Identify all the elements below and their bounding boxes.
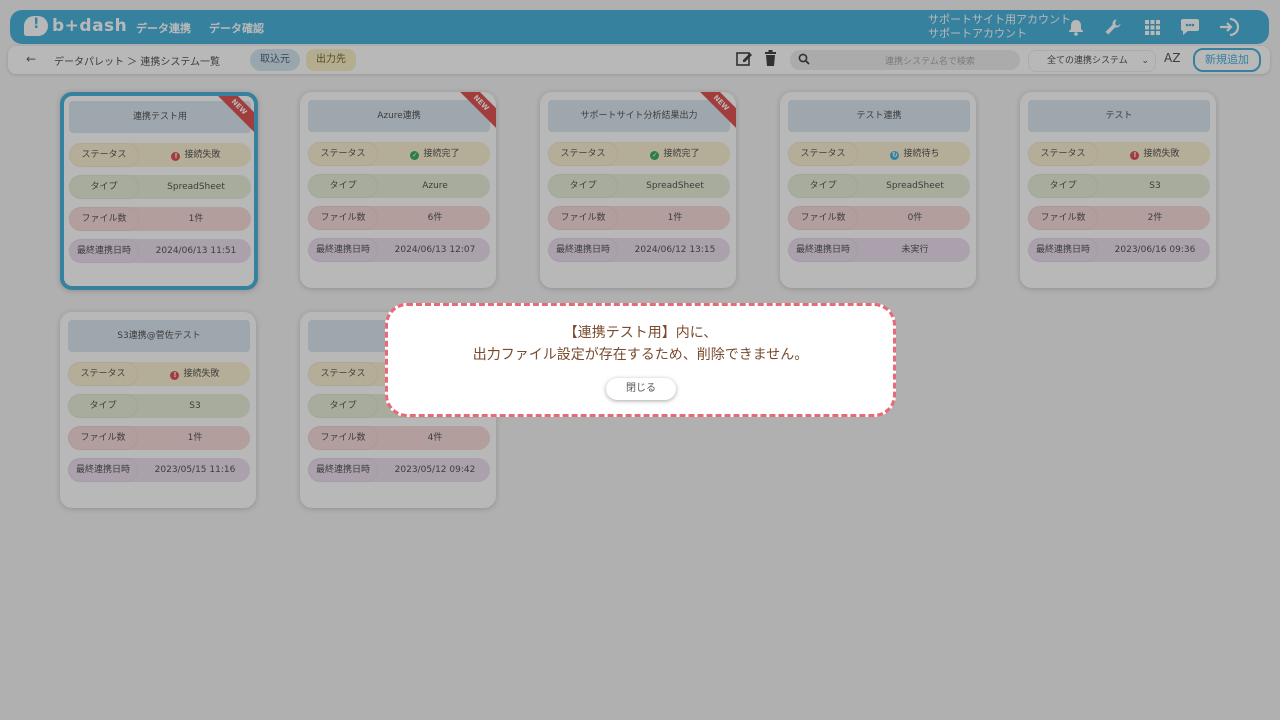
dialog-message-line2: 出力ファイル設定が存在するため、削除できません。: [472, 347, 809, 363]
dialog-message-line1: 【連携テスト用】内に、: [563, 325, 718, 341]
error-dialog: 【連携テスト用】内に、 出力ファイル設定が存在するため、削除できません。 閉じる: [385, 303, 896, 417]
close-button[interactable]: 閉じる: [606, 378, 676, 400]
dialog-message: 【連携テスト用】内に、 出力ファイル設定が存在するため、削除できません。: [388, 322, 893, 366]
